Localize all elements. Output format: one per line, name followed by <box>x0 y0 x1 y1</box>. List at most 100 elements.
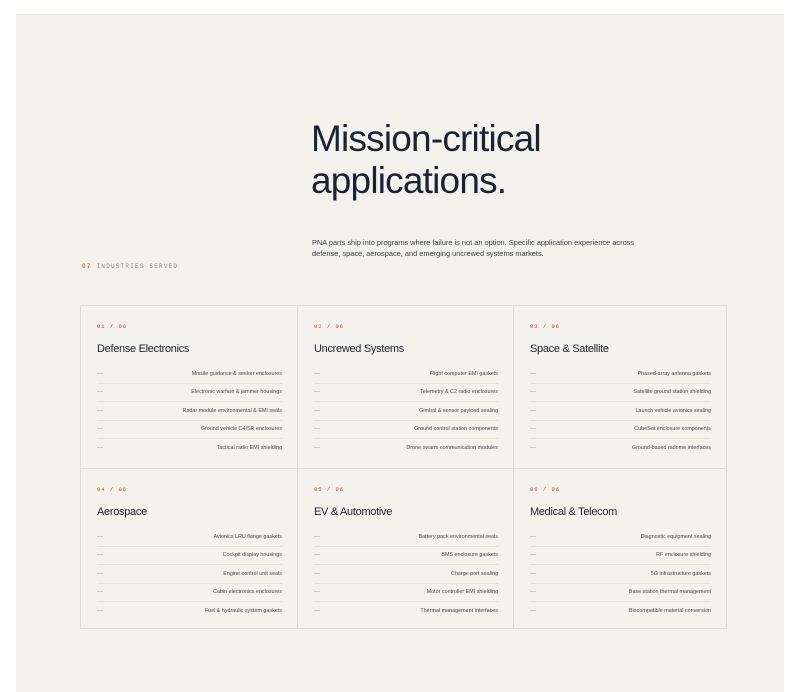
list-item: — RF enclosure shielding <box>530 545 711 565</box>
list-item-label: Ground control station components <box>414 426 498 433</box>
list-item-label: Ground vehicle C4ISR enclosures <box>200 426 282 433</box>
list-item: — Radar module environmental & EMI seals <box>97 401 282 420</box>
list-item: — Ground-based radome interfaces <box>530 438 711 457</box>
dash-marker: — <box>97 552 103 559</box>
card-number: 05 / 06 <box>314 486 345 493</box>
dash-marker: — <box>530 607 536 614</box>
industry-card-aerospace: 04 / 06 Aerospace — Avionics LRU flange g… <box>81 468 297 628</box>
list-item-label: Avionics LRU flange gaskets <box>213 533 282 540</box>
dash-marker: — <box>530 552 536 559</box>
dash-marker: — <box>97 607 103 614</box>
list-item: — Biocompatible material conversion <box>530 601 711 620</box>
list-item: — Tactical radio EMI shielding <box>97 438 282 457</box>
list-item: — Electronic warfare & jammer housings <box>97 382 282 402</box>
list-item: — Ground vehicle C4ISR enclosures <box>97 419 282 439</box>
dash-marker: — <box>97 533 103 540</box>
dash-marker: — <box>314 407 320 414</box>
list-item: — Avionics LRU flange gaskets <box>97 528 282 546</box>
dash-marker: — <box>314 444 320 451</box>
industry-card-uncrewed-systems: 02 / 06 Uncrewed Systems — Flight compute… <box>297 306 513 468</box>
dash-marker: — <box>97 570 103 577</box>
list-item-label: Flight computer EMI gaskets <box>429 370 498 377</box>
list-item: — Motor controller EMI shielding <box>314 582 498 602</box>
list-item-label: Drone swarm communication modules <box>406 444 498 451</box>
dash-marker: — <box>314 607 320 614</box>
list-item-label: Electronic warfare & jammer housings <box>191 389 282 396</box>
list-item: — Launch vehicle avionics sealing <box>530 401 711 420</box>
list-item-label: Launch vehicle avionics sealing <box>635 407 711 414</box>
card-number: 06 / 06 <box>530 486 561 493</box>
dash-marker: — <box>314 426 320 433</box>
card-title: Uncrewed Systems <box>314 343 404 355</box>
dash-marker: — <box>314 389 320 396</box>
dash-marker: — <box>530 570 536 577</box>
section-headline: Mission-critical applications. <box>311 118 542 202</box>
list-item-label: Cockpit display housings <box>222 552 282 559</box>
list-item-label: Charge port sealing <box>450 570 498 577</box>
list-item: — Fuel & hydraulic system gaskets <box>97 601 282 620</box>
list-item-label: Cabin electronics enclosures <box>213 589 282 596</box>
dash-marker: — <box>530 370 536 377</box>
list-item-label: Thermal management interfaces <box>420 607 498 614</box>
list-item-label: BMS enclosure gaskets <box>441 552 498 559</box>
industries-grid: 01 / 06 Defense Electronics — Missile gui… <box>80 305 727 629</box>
list-item-label: Tactical radio EMI shielding <box>216 444 282 451</box>
application-list: — Phased-array antenna gaskets — Satellite… <box>530 365 711 457</box>
dash-marker: — <box>314 570 320 577</box>
industry-card-defense-electronics: 01 / 06 Defense Electronics — Missile gui… <box>81 306 297 468</box>
application-list: — Flight computer EMI gaskets — Telemetry … <box>314 365 498 457</box>
list-item-label: Biocompatible material conversion <box>628 607 711 614</box>
list-item-label: Base station thermal management <box>628 589 711 596</box>
list-item: — Cockpit display housings <box>97 545 282 565</box>
list-item: — Engine control unit seals <box>97 564 282 583</box>
industry-card-ev-automotive: 05 / 06 EV & Automotive — Battery pack en… <box>297 468 513 628</box>
dash-marker: — <box>97 370 103 377</box>
list-item-label: Fuel & hydraulic system gaskets <box>204 607 282 614</box>
list-item-label: Phased-array antenna gaskets <box>637 370 711 377</box>
list-item-label: 5G infrastructure gaskets <box>650 570 711 577</box>
dash-marker: — <box>314 533 320 540</box>
card-title: Aerospace <box>97 506 147 518</box>
dash-marker: — <box>97 589 103 596</box>
list-item: — Drone swarm communication modules <box>314 438 498 457</box>
list-item: — Battery pack environmental seals <box>314 528 498 546</box>
dash-marker: — <box>530 407 536 414</box>
application-list: — Diagnostic equipment sealing — RF enclos… <box>530 528 711 620</box>
card-number: 03 / 06 <box>530 323 561 330</box>
eyebrow-label: INDUSTRIES SERVED <box>96 263 179 270</box>
list-item: — Phased-array antenna gaskets <box>530 365 711 383</box>
eyebrow-number: 07 <box>82 263 92 270</box>
card-number: 02 / 06 <box>314 323 345 330</box>
list-item-label: RF enclosure shielding <box>656 552 711 559</box>
dash-marker: — <box>97 444 103 451</box>
list-item-label: Ground-based radome interfaces <box>631 444 711 451</box>
list-item-label: Gimbal & sensor payload sealing <box>419 407 498 414</box>
list-item: — Gimbal & sensor payload sealing <box>314 401 498 420</box>
list-item-label: Diagnostic equipment sealing <box>640 533 711 540</box>
list-item: — Flight computer EMI gaskets <box>314 365 498 383</box>
section-intro: PNA parts ship into programs where failu… <box>312 238 635 259</box>
list-item: — Telemetry & C2 radio enclosures <box>314 382 498 402</box>
list-item: — Missile guidance & seeker enclosures <box>97 365 282 383</box>
list-item-label: Battery pack environmental seals <box>418 533 498 540</box>
dash-marker: — <box>314 589 320 596</box>
card-title: Defense Electronics <box>97 343 190 355</box>
card-title: EV & Automotive <box>314 506 393 518</box>
list-item: — 5G infrastructure gaskets <box>530 564 711 583</box>
list-item-label: Engine control unit seals <box>223 570 282 577</box>
headline-line-1: Mission-critical <box>311 118 542 159</box>
dash-marker: — <box>530 426 536 433</box>
list-item-label: Missile guidance & seeker enclosures <box>191 370 282 377</box>
dash-marker: — <box>97 426 103 433</box>
card-number: 04 / 06 <box>97 486 128 493</box>
section-eyebrow: 07 INDUSTRIES SERVED <box>82 263 178 270</box>
list-item: — Base station thermal management <box>530 582 711 602</box>
card-title: Medical & Telecom <box>530 506 618 518</box>
dash-marker: — <box>530 533 536 540</box>
list-item-label: Satellite ground station shielding <box>633 389 711 396</box>
card-number: 01 / 06 <box>97 323 128 330</box>
dash-marker: — <box>530 589 536 596</box>
list-item-label: Telemetry & C2 radio enclosures <box>420 389 498 396</box>
application-list: — Avionics LRU flange gaskets — Cockpit di… <box>97 528 282 620</box>
list-item: — Satellite ground station shielding <box>530 382 711 402</box>
